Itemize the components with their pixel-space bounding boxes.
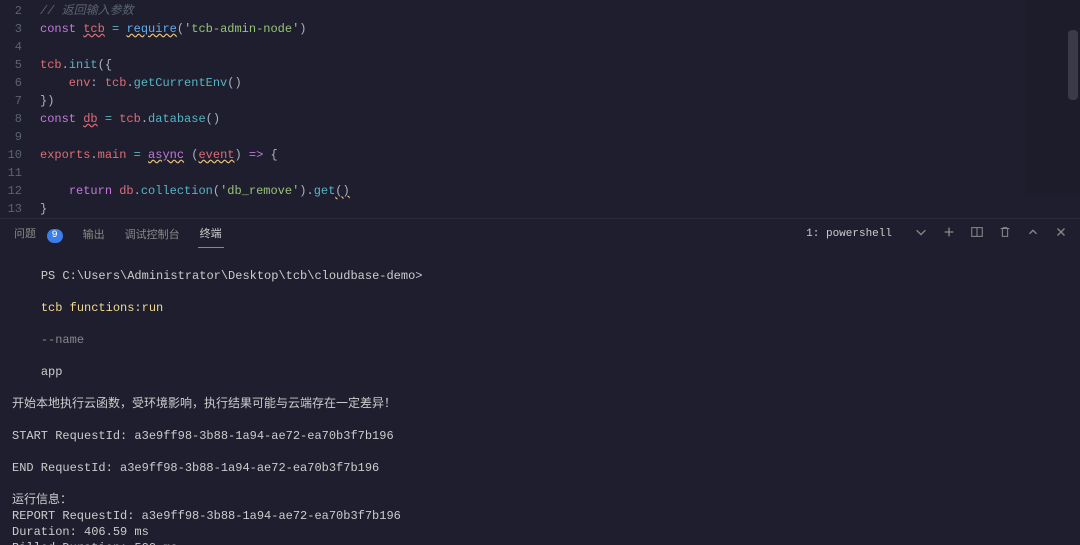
line-number: 12 (0, 182, 40, 200)
line-content[interactable] (40, 128, 1080, 146)
line-number: 13 (0, 200, 40, 218)
line-number: 3 (0, 20, 40, 38)
line-number: 4 (0, 38, 40, 56)
tab-terminal[interactable]: 终端 (198, 219, 224, 248)
line-number: 7 (0, 92, 40, 110)
line-content[interactable]: const tcb = require('tcb-admin-node') (40, 20, 1080, 38)
terminal-end-line: END RequestId: a3e9ff98-3b88-1a94-ae72-e… (12, 460, 1068, 476)
code-line[interactable]: 3const tcb = require('tcb-admin-node') (0, 20, 1080, 38)
close-panel-icon[interactable] (1054, 225, 1068, 243)
line-content[interactable]: const db = tcb.database() (40, 110, 1080, 128)
line-number: 10 (0, 146, 40, 164)
tab-output[interactable]: 输出 (81, 220, 107, 248)
code-line[interactable]: 8const db = tcb.database() (0, 110, 1080, 128)
code-line[interactable]: 5tcb.init({ (0, 56, 1080, 74)
line-content[interactable]: } (40, 200, 1080, 218)
terminal[interactable]: PS C:\Users\Administrator\Desktop\tcb\cl… (0, 248, 1080, 545)
terminal-report: REPORT RequestId: a3e9ff98-3b88-1a94-ae7… (12, 508, 1068, 524)
tab-debug-console[interactable]: 调试控制台 (123, 220, 182, 248)
panel-tab-bar: 问题 9 输出 调试控制台 终端 1: powershell (0, 218, 1080, 248)
terminal-warning: 开始本地执行云函数，受环境影响，执行结果可能与云端存在一定差异！ (12, 396, 1068, 412)
code-line[interactable]: 12 return db.collection('db_remove').get… (0, 182, 1080, 200)
code-line[interactable]: 2// 返回输入参数 (0, 2, 1080, 20)
code-editor[interactable]: 2// 返回输入参数3const tcb = require('tcb-admi… (0, 0, 1080, 218)
terminal-arg: app (41, 365, 63, 379)
terminal-billed: Billed Duration: 500 ms (12, 540, 1068, 545)
trash-icon[interactable] (998, 225, 1012, 243)
split-terminal-icon[interactable] (970, 225, 984, 243)
tab-problems[interactable]: 问题 9 (12, 219, 65, 249)
terminal-duration: Duration: 406.59 ms (12, 524, 1068, 540)
code-line[interactable]: 4 (0, 38, 1080, 56)
line-number: 11 (0, 164, 40, 182)
line-number: 5 (0, 56, 40, 74)
tab-problems-label: 问题 (14, 229, 36, 241)
terminal-selector[interactable]: 1: powershell (800, 226, 898, 242)
terminal-flag: --name (41, 333, 84, 347)
line-content[interactable]: env: tcb.getCurrentEnv() (40, 74, 1080, 92)
terminal-prompt-path: PS C:\Users\Administrator\Desktop\tcb\cl… (41, 269, 423, 283)
code-line[interactable]: 13} (0, 200, 1080, 218)
terminal-command: tcb functions:run (41, 301, 163, 315)
line-number: 9 (0, 128, 40, 146)
problems-count-badge: 9 (47, 229, 63, 243)
line-content[interactable]: exports.main = async (event) => { (40, 146, 1080, 164)
code-line[interactable]: 6 env: tcb.getCurrentEnv() (0, 74, 1080, 92)
line-content[interactable] (40, 38, 1080, 56)
code-line[interactable]: 10exports.main = async (event) => { (0, 146, 1080, 164)
maximize-panel-icon[interactable] (1026, 225, 1040, 243)
line-content[interactable]: return db.collection('db_remove').get() (40, 182, 1080, 200)
line-number: 6 (0, 74, 40, 92)
line-content[interactable]: }) (40, 92, 1080, 110)
line-number: 2 (0, 2, 40, 20)
code-line[interactable]: 11 (0, 164, 1080, 182)
line-content[interactable] (40, 164, 1080, 182)
code-line[interactable]: 7}) (0, 92, 1080, 110)
terminal-start-line: START RequestId: a3e9ff98-3b88-1a94-ae72… (12, 428, 1068, 444)
line-content[interactable]: // 返回输入参数 (40, 2, 1080, 20)
line-content[interactable]: tcb.init({ (40, 56, 1080, 74)
new-terminal-icon[interactable] (942, 225, 956, 243)
line-number: 8 (0, 110, 40, 128)
chevron-down-icon[interactable] (914, 225, 928, 243)
terminal-runtime-header: 运行信息： (12, 492, 1068, 508)
code-line[interactable]: 9 (0, 128, 1080, 146)
editor-scrollbar[interactable] (1068, 30, 1078, 100)
